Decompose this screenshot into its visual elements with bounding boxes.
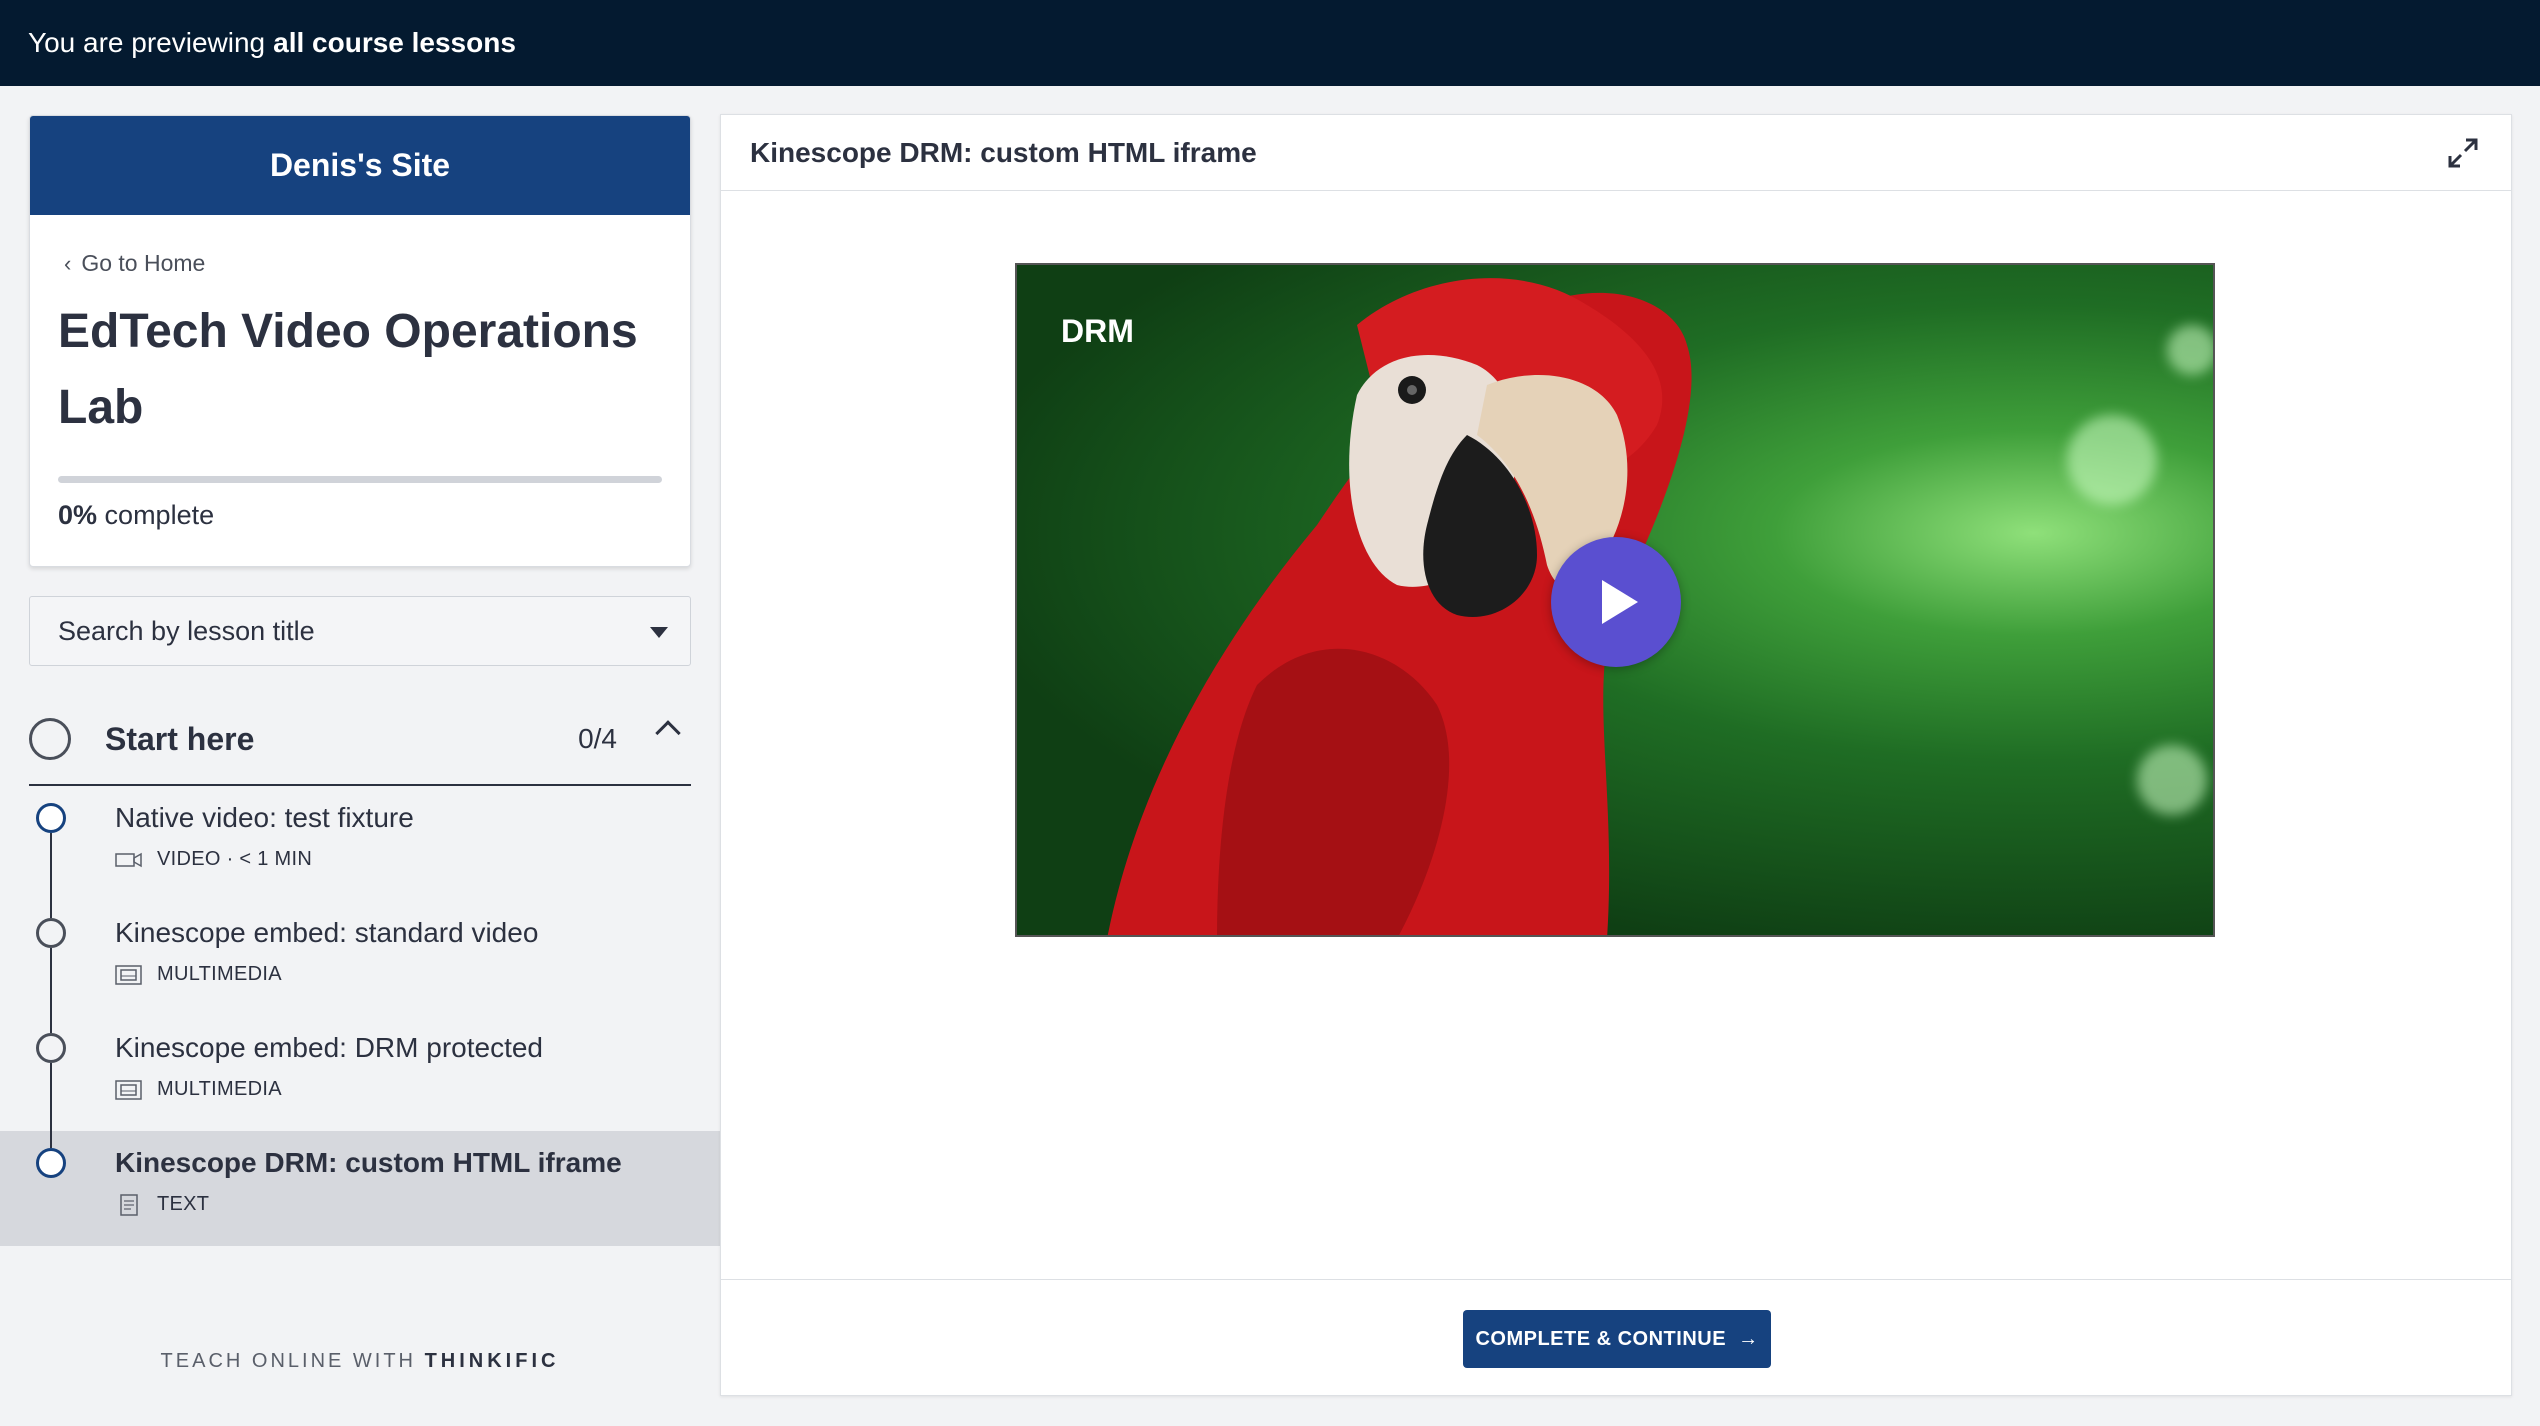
preview-banner-text: You are previewing	[28, 27, 266, 58]
lesson-connector-line	[50, 948, 52, 1033]
site-name[interactable]: Denis's Site	[30, 116, 690, 215]
play-button[interactable]	[1551, 537, 1681, 667]
lesson-meta: TEXT	[115, 1193, 209, 1216]
lesson-item[interactable]: Native video: test fixture VIDEO · < 1 M…	[0, 786, 720, 918]
chevron-up-icon[interactable]	[655, 720, 681, 746]
chapter-status-circle-icon	[29, 718, 71, 760]
go-to-home-link[interactable]: ‹ Go to Home	[64, 250, 205, 277]
footer-brand: THINKIFIC	[424, 1350, 560, 1372]
lesson-meta: VIDEO · < 1 MIN	[115, 848, 312, 871]
progress-bar	[58, 476, 662, 483]
sidebar: Denis's Site ‹ Go to Home EdTech Video O…	[0, 86, 720, 1426]
lesson-footer: COMPLETE & CONTINUE →	[721, 1279, 2511, 1395]
lesson-status-circle-icon	[36, 1033, 66, 1063]
lesson-title: Kinescope embed: standard video	[115, 917, 539, 948]
lesson-heading: Kinescope DRM: custom HTML iframe	[750, 136, 1257, 168]
lesson-meta-label: MULTIMEDIA	[157, 1078, 282, 1100]
multimedia-icon	[115, 964, 142, 985]
text-doc-icon	[120, 1193, 138, 1216]
play-icon	[1602, 580, 1638, 624]
chapter-title: Start here	[105, 720, 255, 757]
progress-suffix: complete	[104, 500, 215, 530]
thinkific-footer[interactable]: TEACH ONLINE WITH THINKIFIC	[0, 1350, 720, 1373]
arrow-right-icon: →	[1738, 1327, 1759, 1350]
footer-prefix: TEACH ONLINE WITH	[160, 1350, 416, 1372]
lesson-search-placeholder: Search by lesson title	[58, 615, 315, 646]
chapter-progress-count: 0/4	[578, 723, 617, 754]
lesson-content-panel: Kinescope DRM: custom HTML iframe DRM CO…	[720, 114, 2512, 1396]
lesson-item[interactable]: Kinescope embed: DRM protected MULTIMEDI…	[0, 1016, 720, 1148]
lesson-title: Kinescope DRM: custom HTML iframe	[115, 1147, 622, 1178]
preview-banner-bold: all course lessons	[273, 27, 516, 58]
video-player[interactable]: DRM	[1015, 263, 2215, 937]
progress-percent: 0%	[58, 500, 98, 530]
lesson-connector-line	[50, 833, 52, 918]
go-to-home-label: Go to Home	[81, 250, 206, 276]
drm-overlay-label: DRM	[1061, 313, 1134, 349]
course-title: EdTech Video Operations Lab	[58, 305, 638, 434]
lesson-item-active[interactable]: Kinescope DRM: custom HTML iframe TEXT	[0, 1131, 720, 1246]
lesson-header: Kinescope DRM: custom HTML iframe	[721, 115, 2511, 191]
chevron-left-icon: ‹	[64, 250, 72, 276]
lesson-item[interactable]: Kinescope embed: standard video MULTIMED…	[0, 901, 720, 1033]
lesson-title: Native video: test fixture	[115, 802, 414, 833]
lesson-status-circle-icon	[36, 803, 66, 833]
lesson-title: Kinescope embed: DRM protected	[115, 1032, 543, 1063]
lesson-meta-label: MULTIMEDIA	[157, 963, 282, 985]
preview-banner: You are previewing all course lessons	[0, 0, 2540, 86]
complete-and-continue-button[interactable]: COMPLETE & CONTINUE →	[1463, 1310, 1771, 1368]
lesson-status-circle-icon	[36, 918, 66, 948]
course-card: Denis's Site ‹ Go to Home EdTech Video O…	[29, 115, 691, 567]
progress-text: 0% complete	[58, 500, 214, 531]
lesson-connector-line	[50, 1063, 52, 1148]
lesson-meta: MULTIMEDIA	[115, 1078, 282, 1101]
lesson-list: Native video: test fixture VIDEO · < 1 M…	[0, 786, 720, 1246]
lesson-meta-label: VIDEO · < 1 MIN	[157, 848, 313, 870]
expand-fullscreen-icon[interactable]	[2445, 135, 2481, 171]
multimedia-icon	[115, 1079, 142, 1100]
lesson-meta: MULTIMEDIA	[115, 963, 282, 986]
lesson-status-circle-icon	[36, 1148, 66, 1178]
video-camera-icon	[115, 852, 142, 867]
lesson-search-select[interactable]: Search by lesson title	[29, 596, 691, 666]
complete-button-label: COMPLETE & CONTINUE	[1475, 1327, 1727, 1350]
chapter-header[interactable]: Start here 0/4	[29, 694, 691, 786]
lesson-meta-label: TEXT	[157, 1193, 210, 1215]
caret-down-icon	[650, 627, 668, 638]
